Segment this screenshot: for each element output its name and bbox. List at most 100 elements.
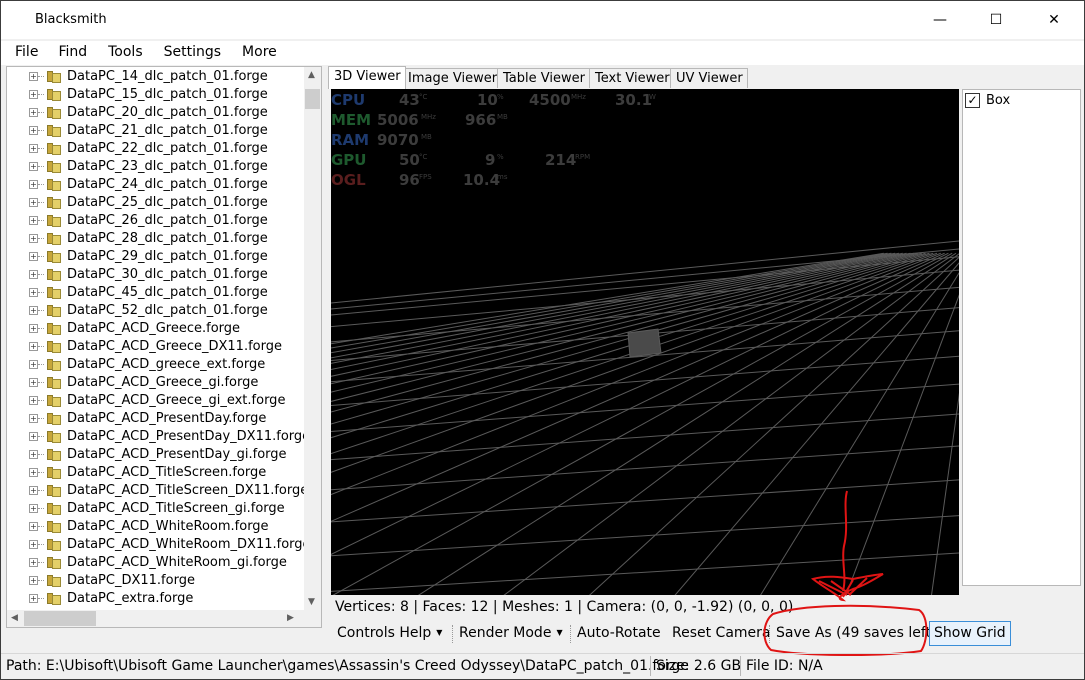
tree-item[interactable]: + DataPC_ACD_Greece_gi_ext.forge — [7, 392, 305, 410]
expand-icon[interactable]: + — [29, 468, 38, 477]
mesh-list[interactable]: ✓ Box — [962, 89, 1081, 586]
render-mode-button[interactable]: Render Mode ▼ — [459, 621, 563, 646]
file-tree[interactable]: + DataPC_14_dlc_patch_01.forge + DataPC_15_… — [6, 66, 322, 628]
tree-item[interactable]: + DataPC_30_dlc_patch_01.forge — [7, 266, 305, 284]
show-grid-button[interactable]: Show Grid — [929, 621, 1011, 646]
expand-icon[interactable]: + — [29, 288, 38, 297]
auto-rotate-button[interactable]: Auto-Rotate — [577, 621, 661, 646]
tab-image-viewer[interactable]: Image Viewer — [402, 68, 503, 88]
tree-item[interactable]: + DataPC_25_dlc_patch_01.forge — [7, 194, 305, 212]
reset-camera-button[interactable]: Reset Camera — [672, 621, 771, 646]
expand-icon[interactable]: + — [29, 342, 38, 351]
tree-item[interactable]: + DataPC_ACD_TitleScreen_gi.forge — [7, 500, 305, 518]
expand-icon[interactable]: + — [29, 486, 38, 495]
expand-icon[interactable]: + — [29, 234, 38, 243]
box-checkbox[interactable]: ✓ — [965, 93, 980, 108]
scroll-right-icon[interactable]: ▶ — [287, 613, 294, 623]
tree-item[interactable]: + DataPC_45_dlc_patch_01.forge — [7, 284, 305, 302]
tree-item[interactable]: + DataPC_24_dlc_patch_01.forge — [7, 176, 305, 194]
folder-icon — [47, 521, 61, 533]
expand-icon[interactable]: + — [29, 558, 38, 567]
tree-item[interactable]: + DataPC_ACD_TitleScreen_DX11.forge — [7, 482, 308, 500]
expand-icon[interactable]: + — [29, 108, 38, 117]
save-as-button[interactable]: Save As (49 saves left) — [776, 621, 937, 646]
cpu-temp: 43 — [399, 91, 420, 109]
tree-item[interactable]: + DataPC_28_dlc_patch_01.forge — [7, 230, 305, 248]
tree-item[interactable]: + DataPC_26_dlc_patch_01.forge — [7, 212, 305, 230]
tab-table-viewer[interactable]: Table Viewer — [497, 68, 590, 88]
tab-3d-viewer[interactable]: 3D Viewer — [328, 66, 406, 89]
expand-icon[interactable]: + — [29, 504, 38, 513]
expand-icon[interactable]: + — [29, 540, 38, 549]
expand-icon[interactable]: + — [29, 180, 38, 189]
tree-vertical-scrollbar[interactable]: ▲ ▼ — [304, 67, 321, 610]
expand-icon[interactable]: + — [29, 72, 38, 81]
menu-file[interactable]: File — [15, 41, 38, 65]
tree-item[interactable]: + DataPC_22_dlc_patch_01.forge — [7, 140, 305, 158]
expand-icon[interactable]: + — [29, 198, 38, 207]
scroll-left-icon[interactable]: ◀ — [11, 613, 18, 623]
expand-icon[interactable]: + — [29, 252, 38, 261]
expand-icon[interactable]: + — [29, 324, 38, 333]
tree-item[interactable]: + DataPC_ACD_Greece.forge — [7, 320, 305, 338]
expand-icon[interactable]: + — [29, 216, 38, 225]
tree-item[interactable]: + DataPC_ACD_greece_ext.forge — [7, 356, 305, 374]
expand-icon[interactable]: + — [29, 450, 38, 459]
expand-icon[interactable]: + — [29, 396, 38, 405]
tree-item[interactable]: + DataPC_ACD_PresentDay_gi.forge — [7, 446, 305, 464]
tree-vertical-scroll-thumb[interactable] — [305, 89, 320, 109]
expand-icon[interactable]: + — [29, 126, 38, 135]
tree-item[interactable]: + DataPC_20_dlc_patch_01.forge — [7, 104, 305, 122]
tab-text-viewer[interactable]: Text Viewer — [589, 68, 675, 88]
tree-item-label: DataPC_ACD_greece_ext.forge — [67, 357, 266, 372]
3d-viewport[interactable]: CPU 43 °C 10 % 4500 MHz 30.1 W MEM 5006 … — [331, 89, 959, 595]
tree-item-label: DataPC_ACD_PresentDay_DX11.forge — [67, 429, 311, 444]
folder-icon — [47, 125, 61, 137]
menu-settings[interactable]: Settings — [164, 41, 221, 65]
tree-item[interactable]: + DataPC_ACD_WhiteRoom_gi.forge — [7, 554, 305, 572]
controls-help-button[interactable]: Controls Help ▼ — [337, 621, 442, 646]
tree-line — [38, 130, 44, 131]
tree-item[interactable]: + DataPC_ACD_Greece_DX11.forge — [7, 338, 305, 356]
tree-item[interactable]: + DataPC_ACD_PresentDay_DX11.forge — [7, 428, 310, 446]
tree-item[interactable]: + DataPC_23_dlc_patch_01.forge — [7, 158, 305, 176]
maximize-icon[interactable]: ☐ — [973, 1, 1019, 39]
box-label[interactable]: Box — [986, 93, 1010, 108]
minimize-icon[interactable]: — — [917, 1, 963, 39]
tree-item[interactable]: + DataPC_ACD_WhiteRoom.forge — [7, 518, 305, 536]
menu-tools[interactable]: Tools — [108, 41, 143, 65]
expand-icon[interactable]: + — [29, 90, 38, 99]
expand-icon[interactable]: + — [29, 306, 38, 315]
tab-uv-viewer[interactable]: UV Viewer — [670, 68, 748, 88]
expand-icon[interactable]: + — [29, 144, 38, 153]
gpu-label: GPU — [331, 151, 367, 169]
expand-icon[interactable]: + — [29, 360, 38, 369]
tree-item[interactable]: + DataPC_ACD_WhiteRoom_DX11.forge — [7, 536, 311, 554]
expand-icon[interactable]: + — [29, 414, 38, 423]
expand-icon[interactable]: + — [29, 522, 38, 531]
tree-horizontal-scroll-thumb[interactable] — [24, 611, 96, 626]
expand-icon[interactable]: + — [29, 576, 38, 585]
tree-item[interactable]: + DataPC_extra.forge — [7, 590, 305, 608]
expand-icon[interactable]: + — [29, 378, 38, 387]
expand-icon[interactable]: + — [29, 594, 38, 603]
expand-icon[interactable]: + — [29, 270, 38, 279]
menu-find[interactable]: Find — [58, 41, 87, 65]
tree-item[interactable]: + DataPC_ACD_TitleScreen.forge — [7, 464, 305, 482]
tree-item[interactable]: + DataPC_ACD_Greece_gi.forge — [7, 374, 305, 392]
tree-item[interactable]: + DataPC_29_dlc_patch_01.forge — [7, 248, 305, 266]
tree-item[interactable]: + DataPC_52_dlc_patch_01.forge — [7, 302, 305, 320]
expand-icon[interactable]: + — [29, 162, 38, 171]
close-icon[interactable]: ✕ — [1031, 1, 1077, 39]
tree-item[interactable]: + DataPC_21_dlc_patch_01.forge — [7, 122, 305, 140]
tree-item[interactable]: + DataPC_ACD_PresentDay.forge — [7, 410, 305, 428]
tree-item[interactable]: + DataPC_15_dlc_patch_01.forge — [7, 86, 305, 104]
scroll-up-icon[interactable]: ▲ — [308, 70, 315, 80]
scroll-down-icon[interactable]: ▼ — [308, 597, 315, 607]
title-bar[interactable]: Blacksmith — ☐ ✕ — [1, 1, 1084, 39]
expand-icon[interactable]: + — [29, 432, 38, 441]
menu-more[interactable]: More — [242, 41, 277, 65]
tree-item[interactable]: + DataPC_14_dlc_patch_01.forge — [7, 68, 305, 86]
tree-item[interactable]: + DataPC_DX11.forge — [7, 572, 305, 590]
tree-horizontal-scrollbar[interactable]: ◀ ▶ — [7, 610, 321, 627]
